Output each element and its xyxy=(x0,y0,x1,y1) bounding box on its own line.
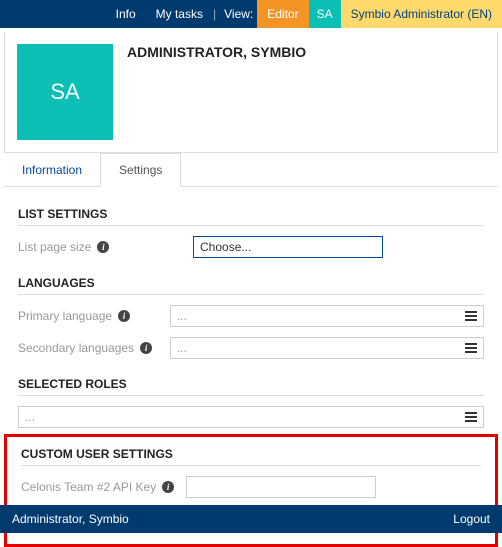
nav-user-label[interactable]: Symbio Administrator (EN) xyxy=(341,0,502,28)
logout-link[interactable]: Logout xyxy=(453,512,490,526)
section-languages: LANGUAGES xyxy=(18,268,484,290)
nav-sa-badge[interactable]: SA xyxy=(309,0,341,28)
nav-info[interactable]: Info xyxy=(106,0,146,28)
avatar: SA xyxy=(17,44,113,140)
page-title: ADMINISTRATOR, SYMBIO xyxy=(113,44,306,140)
section-list-settings: LIST SETTINGS xyxy=(18,199,484,221)
info-icon[interactable]: i xyxy=(97,241,109,253)
section-selected-roles: SELECTED ROLES xyxy=(18,369,484,391)
nav-my-tasks[interactable]: My tasks xyxy=(146,0,213,28)
select-roles[interactable]: ... xyxy=(18,406,484,428)
row-list-page-size: List page size i Choose... xyxy=(18,236,484,258)
label-celonis-2: Celonis Team #2 API Key i xyxy=(21,480,186,494)
tab-information[interactable]: Information xyxy=(4,153,100,186)
footer: Administrator, Symbio Logout xyxy=(0,505,502,533)
menu-icon xyxy=(465,309,477,323)
select-primary-language[interactable]: ... xyxy=(170,305,484,327)
select-list-page-size[interactable]: Choose... xyxy=(193,236,383,258)
input-celonis-2[interactable] xyxy=(186,476,376,498)
label-secondary-language: Secondary languages i xyxy=(18,341,170,355)
tab-settings[interactable]: Settings xyxy=(100,153,181,187)
top-nav: Info My tasks | View: Editor SA Symbio A… xyxy=(0,0,502,28)
row-celonis-2: Celonis Team #2 API Key i xyxy=(21,476,481,498)
select-secondary-language[interactable]: ... xyxy=(170,337,484,359)
tabs: Information Settings xyxy=(4,153,498,187)
settings-content: LIST SETTINGS List page size i Choose...… xyxy=(0,187,502,428)
section-custom-settings: CUSTOM USER SETTINGS xyxy=(21,447,481,461)
menu-icon xyxy=(465,410,477,424)
info-icon[interactable]: i xyxy=(140,342,152,354)
row-primary-language: Primary language i ... xyxy=(18,305,484,327)
nav-editor-button[interactable]: Editor xyxy=(257,0,308,28)
footer-user: Administrator, Symbio xyxy=(12,512,129,526)
label-list-page-size: List page size i xyxy=(18,240,193,254)
menu-icon xyxy=(465,341,477,355)
info-icon[interactable]: i xyxy=(162,481,174,493)
page-header: SA ADMINISTRATOR, SYMBIO xyxy=(4,32,498,153)
info-icon[interactable]: i xyxy=(118,310,130,322)
label-primary-language: Primary language i xyxy=(18,309,170,323)
nav-view-label: View: xyxy=(216,0,257,28)
row-secondary-language: Secondary languages i ... xyxy=(18,337,484,359)
